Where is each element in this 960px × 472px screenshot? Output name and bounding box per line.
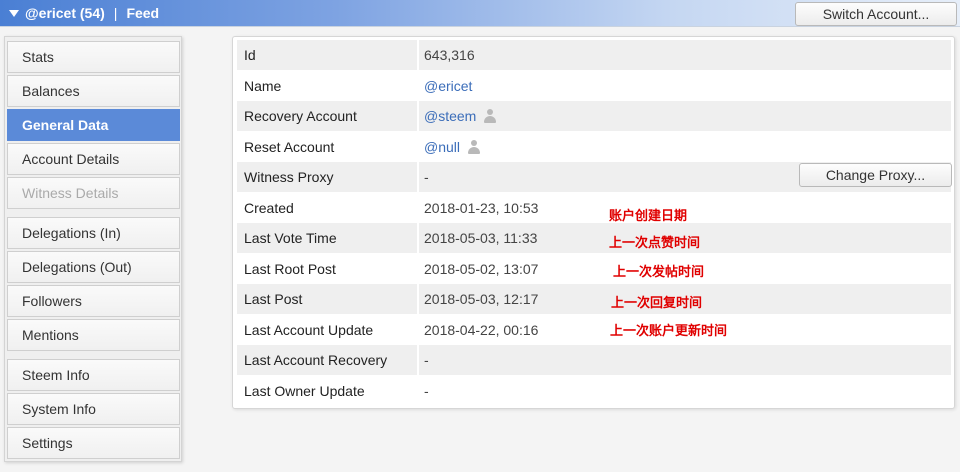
data-row-last-owner-update: Last Owner Update - [237,376,951,406]
row-label: Last Owner Update [244,383,365,399]
sidebar: Stats Balances General Data Account Deta… [4,36,182,462]
row-label: Created [244,200,294,216]
row-label: Last Account Update [244,322,374,338]
data-row-last-account-recovery: Last Account Recovery - [237,345,951,375]
data-row-last-vote-time: Last Vote Time 2018-05-03, 11:33 [237,223,951,253]
data-row-reset-account: Reset Account @null [237,132,951,162]
user-icon[interactable] [483,109,497,123]
change-proxy-button[interactable]: Change Proxy... [799,163,952,187]
row-value: 2018-05-03, 12:17 [424,291,539,307]
reset-account-link[interactable]: @null [424,132,460,162]
annotation-last-account-update: 上一次账户更新时间 [610,324,728,339]
data-row-name: Name @ericet [237,71,951,101]
row-label: Last Root Post [244,261,336,277]
feed-link[interactable]: Feed [126,0,159,27]
sidebar-item-system-info[interactable]: System Info [7,393,180,425]
row-value: 2018-04-22, 00:16 [424,322,539,338]
data-row-last-post: Last Post 2018-05-03, 12:17 [237,284,951,314]
annotation-last-vote: 上一次点赞时间 [609,236,701,251]
annotation-last-post: 上一次回复时间 [611,296,703,311]
sidebar-item-balances[interactable]: Balances [7,75,180,107]
sidebar-item-stats[interactable]: Stats [7,41,180,73]
row-label: Name [244,78,282,94]
sidebar-item-followers[interactable]: Followers [7,285,180,317]
sidebar-item-witness-details: Witness Details [7,177,180,209]
chevron-down-icon[interactable] [9,10,19,17]
recovery-account-link[interactable]: @steem [424,101,476,131]
row-value: - [424,169,429,185]
general-data-panel: Id 643,316 Name @ericet Recovery Account… [232,36,955,409]
annotation-created: 账户创建日期 [609,209,688,224]
row-value: - [424,383,429,399]
sidebar-item-account-details[interactable]: Account Details [7,143,180,175]
account-name[interactable]: @ericet (54) [25,0,105,27]
row-value: 2018-01-23, 10:53 [424,200,539,216]
sidebar-item-delegations-in[interactable]: Delegations (In) [7,217,180,249]
user-icon[interactable] [467,140,481,154]
data-row-recovery-account: Recovery Account @steem [237,101,951,131]
row-value: 643,316 [424,47,475,63]
row-label: Last Post [244,291,303,307]
sidebar-item-delegations-out[interactable]: Delegations (Out) [7,251,180,283]
account-header[interactable]: @ericet (54) | Feed [9,0,159,27]
row-label: Witness Proxy [244,169,334,185]
sidebar-item-settings[interactable]: Settings [7,427,180,459]
name-link[interactable]: @ericet [424,71,472,101]
header-separator: | [113,5,118,21]
annotation-last-root-post: 上一次发帖时间 [613,265,705,280]
row-value: - [424,352,429,368]
sidebar-item-general-data[interactable]: General Data [7,109,180,141]
switch-account-button[interactable]: Switch Account... [795,2,957,26]
data-row-id: Id 643,316 [237,40,951,70]
row-label: Id [244,47,256,63]
data-row-witness-proxy: Witness Proxy - Change Proxy... [237,162,952,192]
sidebar-item-mentions[interactable]: Mentions [7,319,180,351]
row-label: Last Account Recovery [244,352,388,368]
row-value: 2018-05-03, 11:33 [424,230,538,246]
top-bar: @ericet (54) | Feed Switch Account... [0,0,960,27]
data-row-last-root-post: Last Root Post 2018-05-02, 13:07 [237,254,951,284]
sidebar-item-steem-info[interactable]: Steem Info [7,359,180,391]
data-row-last-account-update: Last Account Update 2018-04-22, 00:16 [237,315,951,345]
row-value: 2018-05-02, 13:07 [424,261,539,277]
data-row-created: Created 2018-01-23, 10:53 [237,193,951,223]
row-label: Last Vote Time [244,230,337,246]
row-label: Reset Account [244,139,335,155]
row-label: Recovery Account [244,108,357,124]
